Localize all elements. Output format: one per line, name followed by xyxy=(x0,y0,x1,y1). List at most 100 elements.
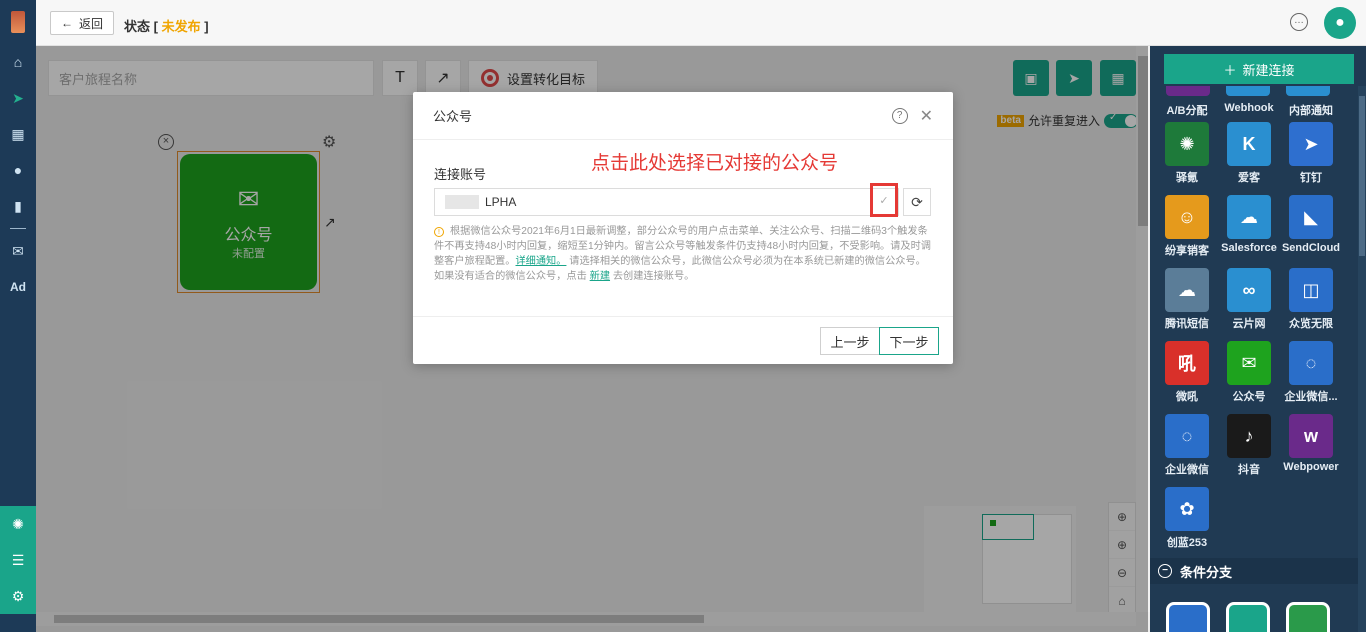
zhonglan-icon: ◫ xyxy=(1289,268,1333,312)
sendcloud-icon: ◣ xyxy=(1289,195,1333,239)
account-select[interactable]: LPHA xyxy=(434,188,899,216)
connector-tile[interactable]: ☁ 腾讯短信 xyxy=(1156,268,1218,337)
connector-tiles: ✺ 驿氪 K 爱客 ➤ 钉钉 ☺ 纷享销客 ☁ Salesforce ◣ SendCloud ☁ 腾讯短信… xyxy=(1156,122,1346,556)
top-bar: ← 返回 状态 [ 未发布 ] … ● xyxy=(36,0,1366,46)
refresh-icon: ⟳ xyxy=(911,193,923,210)
connector-label: 抖音 xyxy=(1238,464,1260,476)
details-link[interactable]: 详细通知。 xyxy=(516,256,567,267)
home-icon[interactable]: ⌂ xyxy=(0,44,36,80)
internal-notice-label: 内部通知 xyxy=(1289,105,1333,117)
k-hex-icon: K xyxy=(1227,122,1271,166)
connector-label: 钉钉 xyxy=(1300,172,1322,184)
webhook-label: Webhook xyxy=(1224,102,1274,114)
douyin-icon: ♪ xyxy=(1227,414,1271,458)
dialog-footer: 上一步 下一步 xyxy=(413,316,953,364)
wechat-nav-icon[interactable]: ✉ xyxy=(0,233,36,269)
condition-tiles xyxy=(1150,602,1358,632)
message-icon[interactable]: … xyxy=(1290,13,1308,31)
connector-label: 腾讯短信 xyxy=(1165,318,1209,330)
bar-chart-icon[interactable]: ▮ xyxy=(0,188,36,224)
ab-split-label: A/B分配 xyxy=(1166,105,1208,117)
account-field-label: 连接账号 xyxy=(434,167,487,182)
connector-label: 企业微信 xyxy=(1165,464,1209,476)
search-condition-tile[interactable] xyxy=(1226,602,1270,632)
connector-tile[interactable]: ◫ 众览无限 xyxy=(1280,268,1342,337)
notice-text: ! 根据微信公众号2021年6月1日最新调整，部分公众号的用户点击菜单、关注公众号… xyxy=(434,226,931,282)
layout-icon[interactable]: ▦ xyxy=(0,116,36,152)
connector-tile[interactable]: ◌ 企业微信... xyxy=(1280,341,1342,410)
yunpian-icon: ∞ xyxy=(1227,268,1271,312)
notice-tile-partial[interactable] xyxy=(1286,86,1330,96)
send-icon[interactable]: ➤ xyxy=(0,80,36,116)
connector-label: 云片网 xyxy=(1232,318,1266,330)
connector-label: Salesforce xyxy=(1221,242,1277,254)
connector-tile[interactable]: ✺ 驿氪 xyxy=(1156,122,1218,191)
ad-icon[interactable]: Ad xyxy=(0,269,36,305)
wechat-icon: ✉ xyxy=(1227,341,1271,385)
top-tile-labels: A/B分配 Webhook 内部通知 xyxy=(1150,102,1358,118)
connector-label: 纷享销客 xyxy=(1165,245,1209,257)
new-connection-label: 新建连接 xyxy=(1242,62,1295,78)
robot-icon: ☺ xyxy=(1165,195,1209,239)
webhook-tile-partial[interactable] xyxy=(1226,86,1270,96)
nav-bottom-group: ✺ ☰ ⚙ xyxy=(0,506,36,614)
condition-branch-header[interactable]: − 条件分支 xyxy=(1150,558,1358,584)
connector-tile[interactable]: ♪ 抖音 xyxy=(1218,414,1280,483)
collapse-icon: − xyxy=(1158,564,1172,578)
condition-branch-label: 条件分支 xyxy=(1180,564,1233,580)
connector-tile[interactable]: ➤ 钉钉 xyxy=(1280,122,1342,191)
dropdown-toggle-highlight[interactable]: ✓ xyxy=(870,183,898,217)
back-label: 返回 xyxy=(79,16,104,31)
webpower-icon: w xyxy=(1289,414,1333,458)
dialog-header: 公众号 ? ✕ xyxy=(413,92,953,140)
connector-tile[interactable]: w Webpower xyxy=(1280,414,1342,483)
edit-condition-tile[interactable] xyxy=(1166,602,1210,632)
connector-label: 公众号 xyxy=(1232,391,1266,403)
connector-tile[interactable]: ☺ 纷享销客 xyxy=(1156,195,1218,264)
panel-scroll-thumb[interactable] xyxy=(1359,96,1365,256)
wecom-icon: ◌ xyxy=(1289,341,1333,385)
create-link[interactable]: 新建 xyxy=(590,271,610,282)
connector-tile[interactable]: 吼微吼 xyxy=(1156,341,1218,410)
connector-tile[interactable]: ◣ SendCloud xyxy=(1280,195,1342,264)
app-logo[interactable] xyxy=(0,0,36,44)
connector-tile[interactable]: ◌ 企业微信 xyxy=(1156,414,1218,483)
connector-tile[interactable]: ✉ 公众号 xyxy=(1218,341,1280,410)
close-icon[interactable]: ✕ xyxy=(920,106,933,126)
next-step-button[interactable]: 下一步 xyxy=(879,327,939,355)
dingtalk-icon: ➤ xyxy=(1289,122,1333,166)
hub-icon[interactable]: ✺ xyxy=(0,506,36,542)
nav-divider xyxy=(10,228,26,229)
new-connection-button[interactable]: ＋ 新建连接 xyxy=(1164,54,1354,84)
refresh-button[interactable]: ⟳ xyxy=(903,188,931,216)
plus-icon: ＋ xyxy=(1223,62,1237,78)
prev-step-button[interactable]: 上一步 xyxy=(820,327,880,355)
connector-tile[interactable]: ☁ Salesforce xyxy=(1218,195,1280,264)
cloud-icon: ☁ xyxy=(1227,195,1271,239)
chuanglan-icon: ✿ xyxy=(1165,487,1209,531)
connector-tile[interactable]: ∞ 云片网 xyxy=(1218,268,1280,337)
connector-label: 爱客 xyxy=(1238,172,1260,184)
annotation-text: 点击此处选择已对接的公众号 xyxy=(591,153,839,174)
warning-icon: ! xyxy=(434,227,444,237)
help-icon[interactable]: ? xyxy=(891,107,908,124)
wechat-account-dialog: 公众号 ? ✕ 点击此处选择已对接的公众号 连接账号 LPHA ✓ ⟳ ! 根据微… xyxy=(413,92,953,364)
status-badge: 未发布 xyxy=(161,19,201,34)
ab-tile-partial[interactable] xyxy=(1166,86,1210,96)
selected-account-value: LPHA xyxy=(485,195,517,209)
left-nav: ⌂ ➤ ▦ ● ▮ ✉ Ad ✺ ☰ ⚙ xyxy=(0,0,36,632)
connector-tile[interactable]: ✿ 创蓝253 xyxy=(1156,487,1218,556)
avatar[interactable]: ● xyxy=(1324,7,1356,39)
storage-icon[interactable]: ☰ xyxy=(0,542,36,578)
list-condition-tile[interactable] xyxy=(1286,602,1330,632)
vhall-icon: 吼 xyxy=(1165,341,1209,385)
user-icon[interactable]: ● xyxy=(0,152,36,188)
back-button[interactable]: ← 返回 xyxy=(50,11,115,35)
panel-scrollbar[interactable] xyxy=(1358,86,1366,632)
connector-tile[interactable]: K 爱客 xyxy=(1218,122,1280,191)
chevron-down-icon: ✓ xyxy=(879,194,889,207)
connector-label: 驿氪 xyxy=(1176,172,1198,184)
settings-icon[interactable]: ⚙ xyxy=(0,578,36,614)
arrow-left-icon: ← xyxy=(61,16,73,30)
connector-label: SendCloud xyxy=(1281,242,1341,254)
